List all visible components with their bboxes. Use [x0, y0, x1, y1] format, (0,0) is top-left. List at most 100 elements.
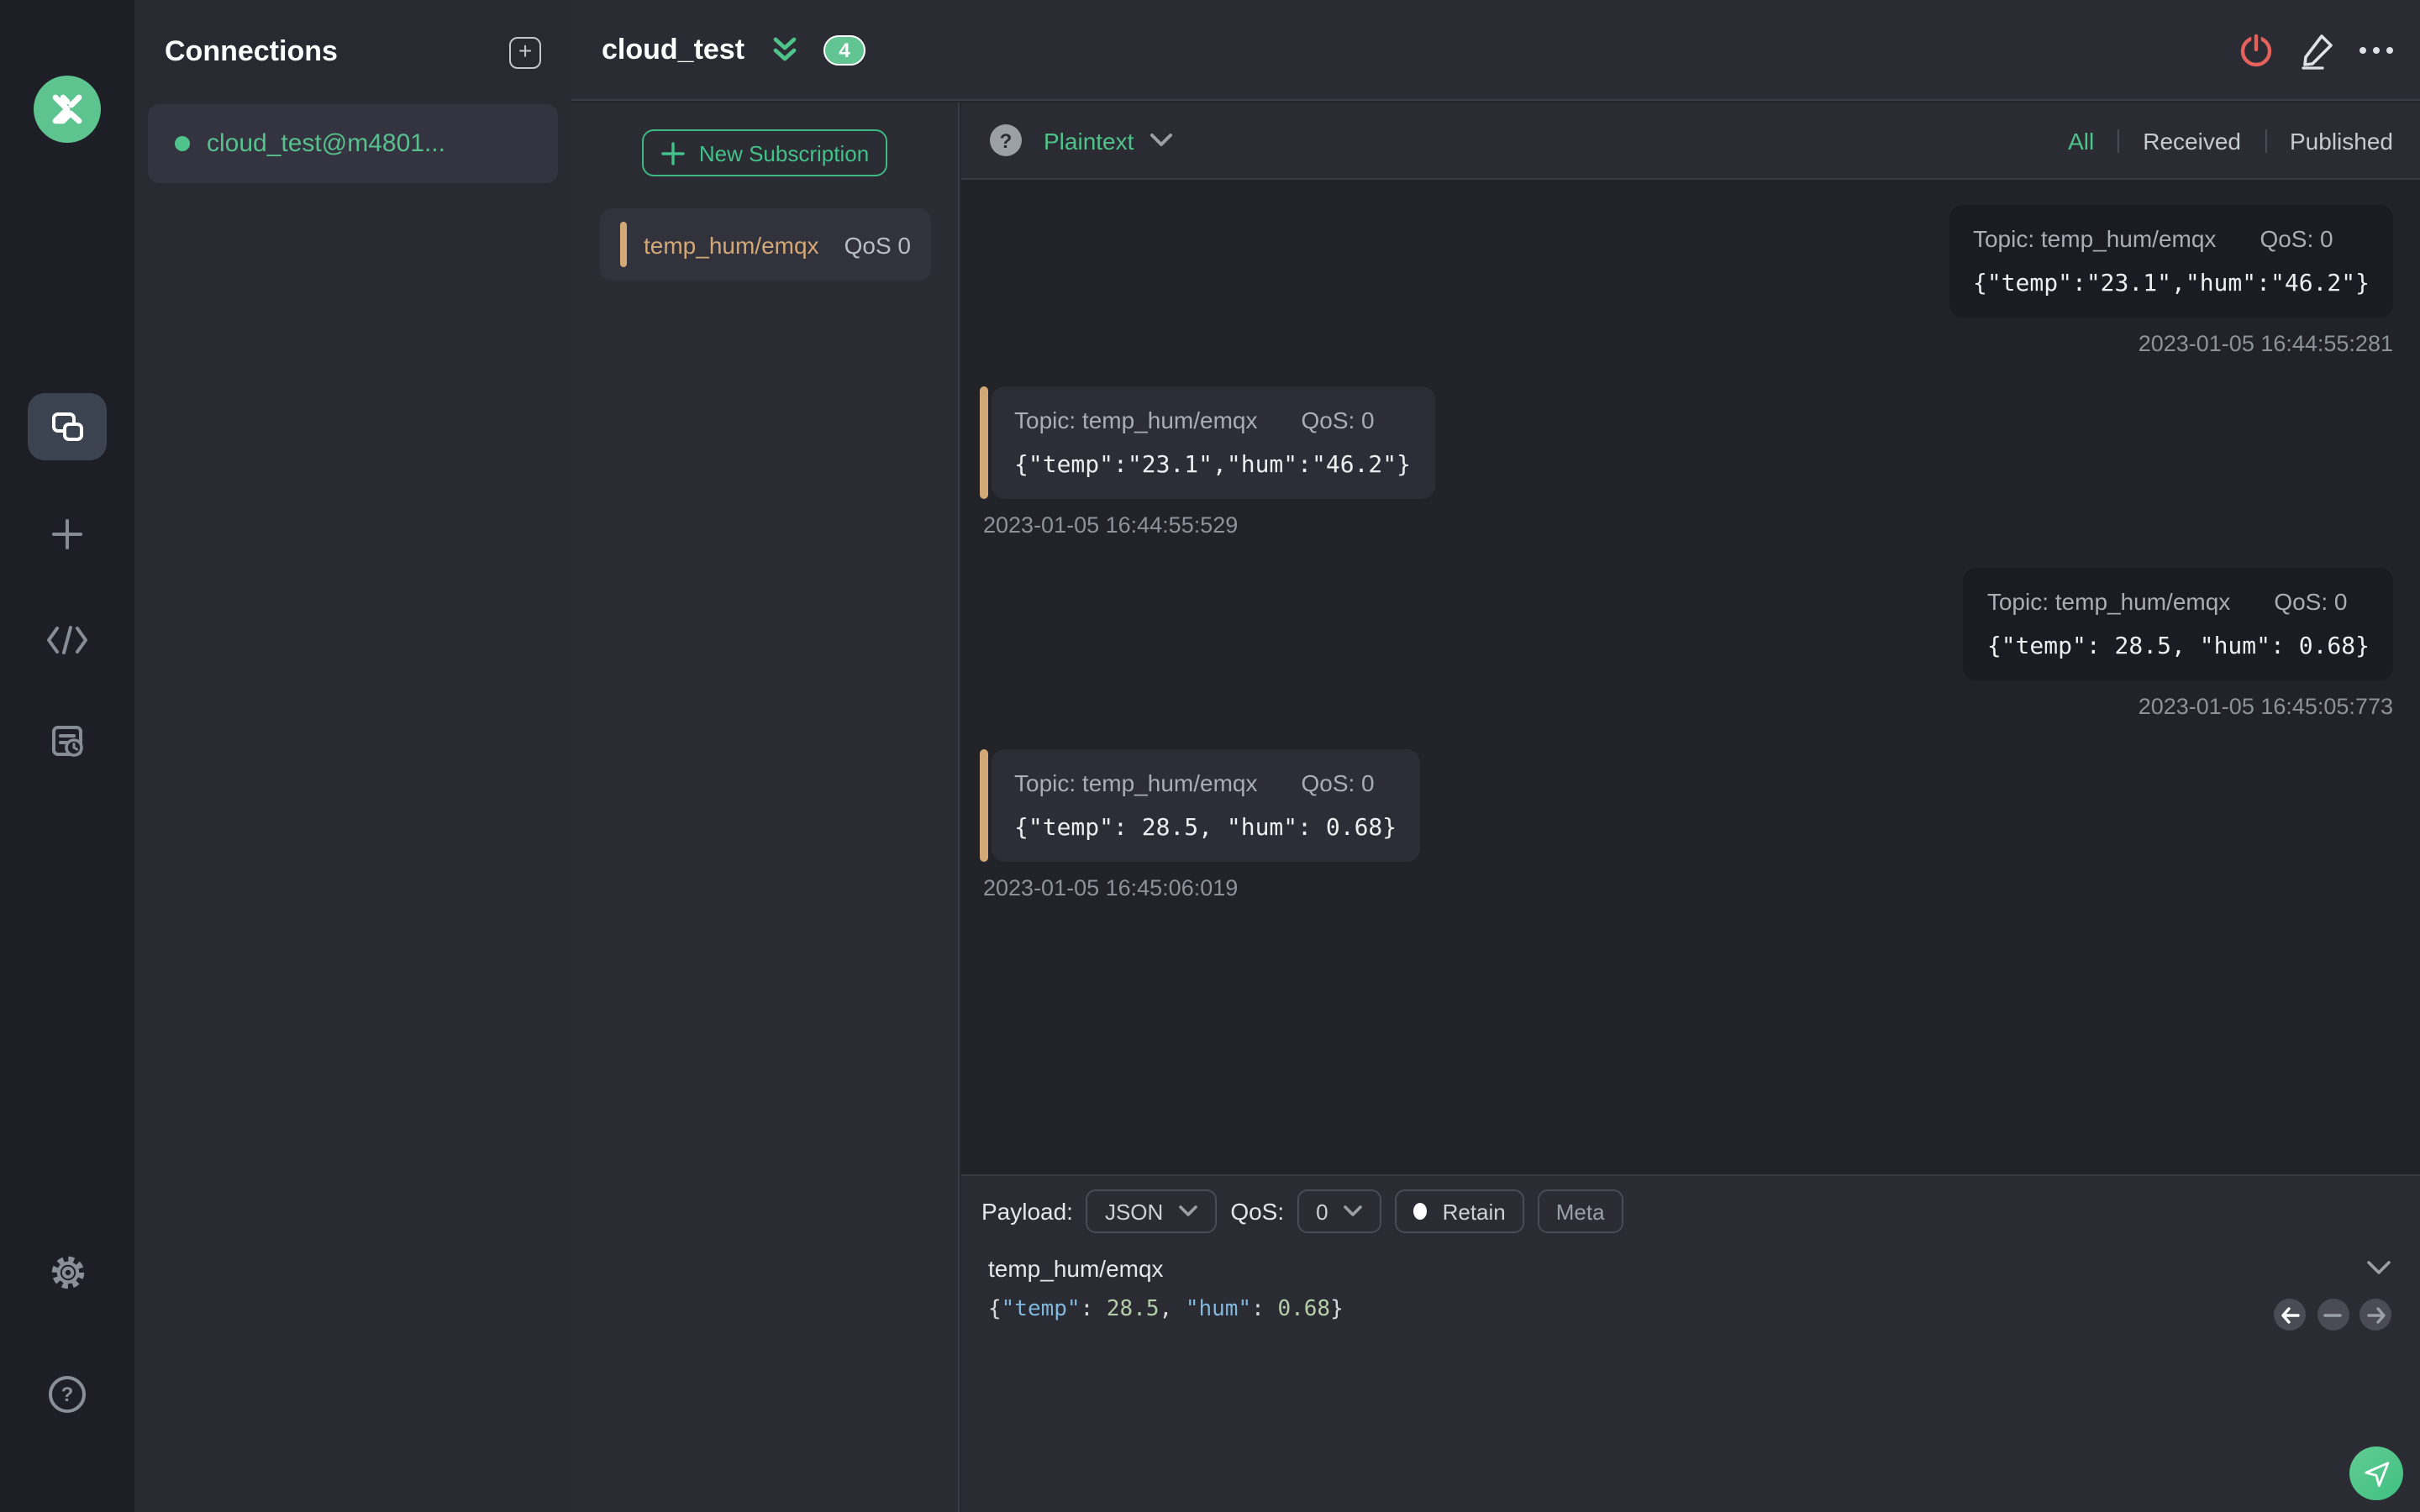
- sidebar-item-connections[interactable]: [28, 393, 107, 460]
- arrow-left-icon: [2281, 1306, 2299, 1323]
- plus-icon: +: [518, 36, 533, 63]
- publish-controls: Payload: JSON QoS: 0 Retain Meta: [961, 1176, 2420, 1233]
- send-button[interactable]: [2349, 1446, 2403, 1500]
- connections-panel: Connections + cloud_test@m4801...: [134, 0, 571, 1512]
- message-list: Topic: temp_hum/emqx QoS: 0 {"temp":"23.…: [961, 180, 2420, 1174]
- subscription-topic: temp_hum/emqx: [644, 231, 819, 258]
- history-prev-button[interactable]: [2274, 1299, 2306, 1331]
- more-options-button[interactable]: [2360, 46, 2393, 53]
- topic-input[interactable]: temp_hum/emqx: [988, 1255, 1164, 1282]
- disconnect-button[interactable]: [2237, 30, 2275, 69]
- message-qos: QoS: 0: [1301, 407, 1375, 433]
- code-icon: [47, 626, 87, 654]
- subscription-item[interactable]: temp_hum/emqx QoS 0: [600, 208, 931, 281]
- collapse-panel-button[interactable]: [768, 34, 802, 65]
- help-button[interactable]: ?: [49, 1376, 86, 1413]
- qos-select[interactable]: 0: [1297, 1189, 1382, 1233]
- pencil-icon: [2302, 34, 2333, 69]
- message-timestamp: 2023-01-05 16:44:55:281: [2138, 331, 2393, 356]
- tab-received[interactable]: Received: [2143, 127, 2241, 154]
- chevron-down-icon: [1344, 1205, 1363, 1216]
- plus-icon: [52, 519, 82, 549]
- payload-format-dropdown[interactable]: Plaintext: [1044, 127, 1172, 154]
- retain-toggle[interactable]: Retain: [1395, 1189, 1524, 1233]
- gear-icon: [50, 1255, 84, 1289]
- payload-label: Payload:: [981, 1198, 1073, 1225]
- editor-token: {: [988, 1297, 1002, 1322]
- history-next-button[interactable]: [2360, 1299, 2391, 1331]
- message-color-bar: [980, 386, 987, 499]
- editor-token: ,: [1159, 1297, 1186, 1322]
- message-bubble: Topic: temp_hum/emqx QoS: 0 {"temp": 28.…: [991, 749, 1421, 862]
- meta-button[interactable]: Meta: [1537, 1189, 1623, 1233]
- message-bubble: Topic: temp_hum/emqx QoS: 0 {"temp":"23.…: [991, 386, 1435, 499]
- sidebar-item-script[interactable]: [45, 623, 89, 657]
- message-payload: {"temp":"23.1","hum":"46.2"}: [1014, 452, 1412, 479]
- connection-list-item[interactable]: cloud_test@m4801...: [148, 104, 558, 183]
- mqttx-logo-icon: [34, 76, 101, 143]
- editor-token: "hum": [1185, 1297, 1252, 1322]
- connection-header: cloud_test 4: [571, 0, 2420, 101]
- message-published: Topic: temp_hum/emqx QoS: 0 {"temp":"23.…: [980, 205, 2393, 356]
- messages-toolbar: ? Plaintext All Received Published: [961, 102, 2420, 180]
- tab-published[interactable]: Published: [2290, 127, 2393, 154]
- chevron-down-icon: [1179, 1205, 1198, 1216]
- edit-connection-button[interactable]: [2297, 29, 2338, 70]
- new-subscription-button[interactable]: New Subscription: [642, 129, 887, 176]
- message-payload: {"temp":"23.1","hum":"46.2"}: [1972, 270, 2370, 297]
- message-filter-tabs: All Received Published: [2068, 127, 2393, 154]
- editor-token: :: [1251, 1297, 1278, 1322]
- question-mark-icon: ?: [999, 129, 1013, 152]
- tab-separator: [2265, 129, 2266, 152]
- collapse-editor-chevron-icon[interactable]: [2366, 1260, 2391, 1277]
- message-topic: Topic: temp_hum/emqx: [1014, 407, 1258, 433]
- retain-dot-icon: [1413, 1203, 1428, 1220]
- subscription-qos: QoS 0: [844, 231, 911, 258]
- editor-token: }: [1330, 1297, 1344, 1322]
- topic-input-row: temp_hum/emqx: [961, 1233, 2420, 1282]
- message-qos: QoS: 0: [2274, 588, 2348, 615]
- message-count-badge: 4: [823, 34, 866, 65]
- message-color-bar: [980, 749, 987, 862]
- connection-title: cloud_test: [602, 33, 745, 65]
- connections-icon: [51, 412, 82, 441]
- message-qos: QoS: 0: [2260, 225, 2333, 252]
- payload-format-value: Plaintext: [1044, 127, 1134, 154]
- message-topic: Topic: temp_hum/emqx: [1986, 588, 2231, 615]
- plus-icon: [661, 141, 685, 165]
- payload-editor[interactable]: {"temp": 28.5, "hum": 0.68}: [961, 1282, 2420, 1322]
- main-area: cloud_test 4 New Subscription temp_hum/e…: [571, 0, 2420, 1512]
- add-connection-button[interactable]: +: [509, 36, 541, 68]
- message-received: Topic: temp_hum/emqx QoS: 0 {"temp":"23.…: [980, 386, 2393, 538]
- messages-panel: ? Plaintext All Received Published Topic…: [961, 102, 2420, 1512]
- message-topic: Topic: temp_hum/emqx: [1014, 769, 1258, 796]
- editor-token: "temp": [1001, 1297, 1081, 1322]
- tab-separator: [2118, 129, 2120, 152]
- tab-all[interactable]: All: [2068, 127, 2094, 154]
- message-bubble: Topic: temp_hum/emqx QoS: 0 {"temp": 28.…: [1963, 568, 2393, 680]
- message-timestamp: 2023-01-05 16:44:55:529: [983, 512, 1239, 538]
- left-rail: ?: [0, 0, 134, 1512]
- history-clear-button[interactable]: [2317, 1299, 2349, 1331]
- message-payload: {"temp": 28.5, "hum": 0.68}: [1014, 815, 1397, 842]
- connection-name: cloud_test@m4801...: [207, 129, 445, 158]
- settings-button[interactable]: [47, 1252, 87, 1292]
- connections-panel-title: Connections: [165, 35, 338, 67]
- message-payload: {"temp": 28.5, "hum": 0.68}: [1986, 633, 2370, 660]
- message-topic: Topic: temp_hum/emqx: [1972, 225, 2217, 252]
- editor-token: 0.68: [1277, 1297, 1331, 1322]
- send-plane-icon: [2365, 1462, 2390, 1488]
- sidebar-item-log[interactable]: [47, 721, 87, 761]
- mqttx-app-window: ? Connections + cloud_test@m4801... clou…: [0, 0, 2420, 1512]
- question-mark-icon: ?: [49, 1376, 86, 1413]
- editor-token: :: [1080, 1297, 1107, 1322]
- chevron-down-icon: [1150, 134, 1172, 146]
- power-icon: [2240, 34, 2272, 67]
- payload-help-button[interactable]: ?: [990, 124, 1022, 156]
- log-icon: [52, 726, 83, 757]
- message-bubble: Topic: temp_hum/emqx QoS: 0 {"temp":"23.…: [1949, 205, 2393, 318]
- payload-format-select[interactable]: JSON: [1086, 1189, 1218, 1233]
- message-published: Topic: temp_hum/emqx QoS: 0 {"temp": 28.…: [980, 568, 2393, 719]
- subscriptions-panel: New Subscription temp_hum/emqx QoS 0: [571, 102, 960, 1512]
- sidebar-item-new-connection[interactable]: [47, 514, 87, 554]
